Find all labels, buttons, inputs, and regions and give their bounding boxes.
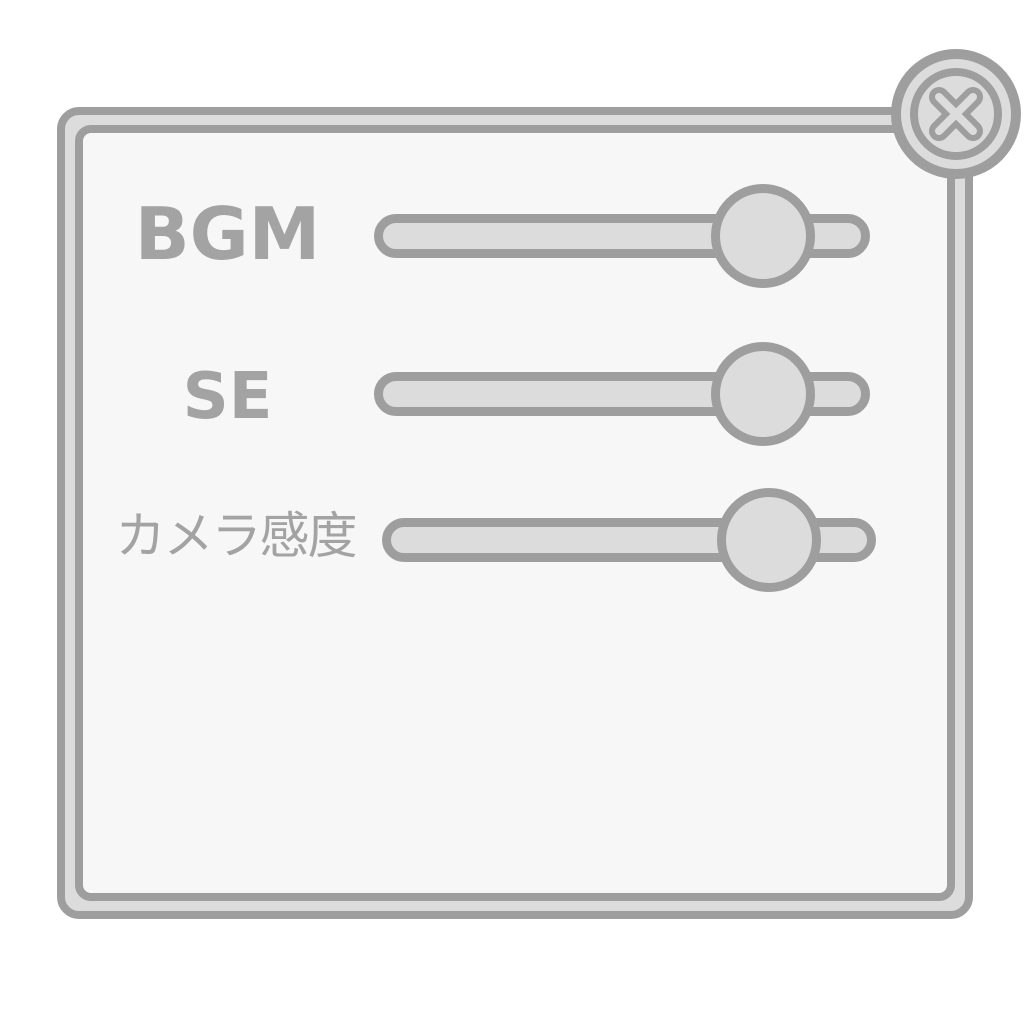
camera-sensitivity-slider-thumb[interactable]	[717, 488, 822, 592]
se-slider[interactable]	[374, 342, 870, 446]
close-icon	[891, 49, 1021, 179]
se-slider-thumb[interactable]	[711, 342, 816, 446]
camera-sensitivity-slider[interactable]	[382, 488, 876, 592]
bgm-slider[interactable]	[374, 184, 870, 288]
bgm-label: BGM	[134, 192, 321, 276]
se-label: SE	[182, 360, 273, 434]
settings-dialog: BGM SE カメラ感度	[0, 0, 1024, 1024]
bgm-slider-thumb[interactable]	[711, 184, 816, 288]
camera-sensitivity-label: カメラ感度	[115, 507, 358, 565]
close-button[interactable]	[890, 48, 1022, 180]
